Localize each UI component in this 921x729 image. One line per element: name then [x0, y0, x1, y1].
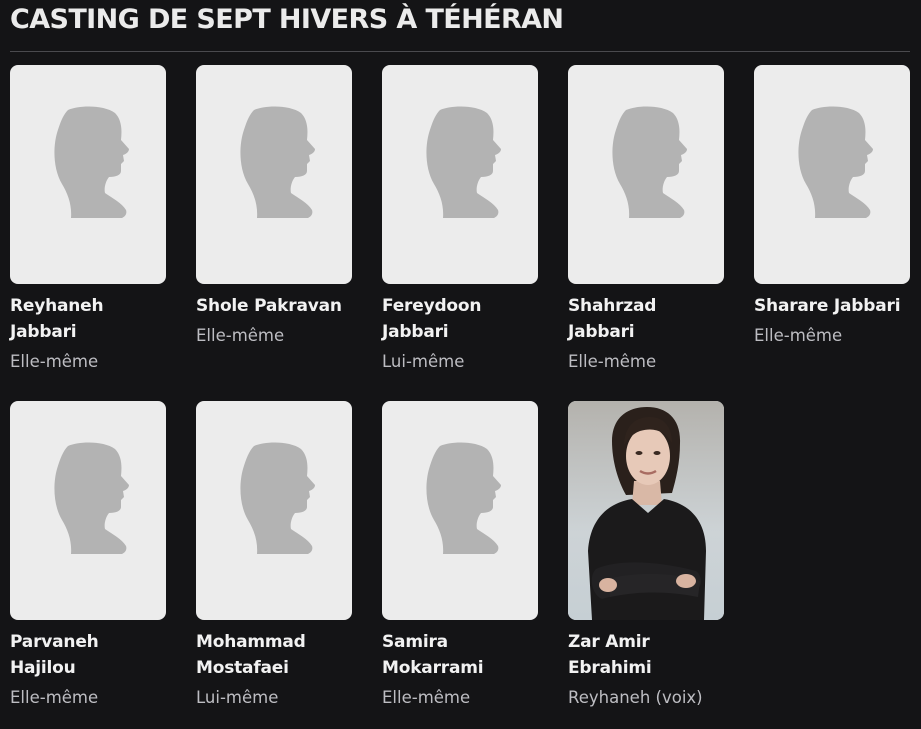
cast-card[interactable]: Samira Mokarrami Elle-même	[382, 401, 539, 729]
actor-name[interactable]: Shahrzad Jabbari	[568, 293, 725, 345]
actor-name[interactable]: Zar Amir Ebrahimi	[568, 629, 725, 681]
actor-role: Elle-même	[10, 352, 99, 371]
profile-placeholder-icon[interactable]	[10, 65, 166, 284]
cast-card[interactable]: Shole Pakravan Elle-même	[196, 65, 353, 393]
actor-role: Elle-même	[568, 352, 657, 371]
actor-role: Lui-même	[196, 688, 279, 707]
actor-name[interactable]: Sharare Jabbari	[754, 293, 911, 319]
actor-role: Elle-même	[382, 688, 471, 707]
actor-name[interactable]: Reyhaneh Jabbari	[10, 293, 167, 345]
cast-card[interactable]: Mohammad Mostafaei Lui-même	[196, 401, 353, 729]
cast-card[interactable]: Parvaneh Hajilou Elle-même	[10, 401, 167, 729]
actor-name[interactable]: Mohammad Mostafaei	[196, 629, 353, 681]
actor-role: Elle-même	[196, 326, 285, 345]
actor-name[interactable]: Shole Pakravan	[196, 293, 353, 319]
cast-card[interactable]: Zar Amir Ebrahimi Reyhaneh (voix)	[568, 401, 725, 729]
actor-photo[interactable]	[568, 401, 724, 620]
profile-placeholder-icon[interactable]	[196, 401, 352, 620]
cast-card[interactable]: Sharare Jabbari Elle-même	[754, 65, 911, 393]
page-title: CASTING DE SEPT HIVERS À TÉHÉRAN	[10, 4, 564, 35]
profile-placeholder-icon[interactable]	[196, 65, 352, 284]
cast-card[interactable]: Reyhaneh Jabbari Elle-même	[10, 65, 167, 393]
profile-placeholder-icon[interactable]	[10, 401, 166, 620]
actor-role: Elle-même	[10, 688, 99, 707]
cast-card[interactable]: Shahrzad Jabbari Elle-même	[568, 65, 725, 393]
section-header: CASTING DE SEPT HIVERS À TÉHÉRAN	[10, 0, 910, 52]
profile-placeholder-icon[interactable]	[754, 65, 910, 284]
profile-placeholder-icon[interactable]	[382, 401, 538, 620]
actor-name[interactable]: Parvaneh Hajilou	[10, 629, 167, 681]
profile-placeholder-icon[interactable]	[382, 65, 538, 284]
cast-card[interactable]: Fereydoon Jabbari Lui-même	[382, 65, 539, 393]
actor-role: Lui-même	[382, 352, 465, 371]
actor-name[interactable]: Samira Mokarrami	[382, 629, 539, 681]
profile-placeholder-icon[interactable]	[568, 65, 724, 284]
cast-grid: Reyhaneh Jabbari Elle-même Shole Pakrava…	[10, 65, 911, 729]
actor-role: Elle-même	[754, 326, 843, 345]
actor-role: Reyhaneh (voix)	[568, 688, 703, 707]
actor-name[interactable]: Fereydoon Jabbari	[382, 293, 539, 345]
